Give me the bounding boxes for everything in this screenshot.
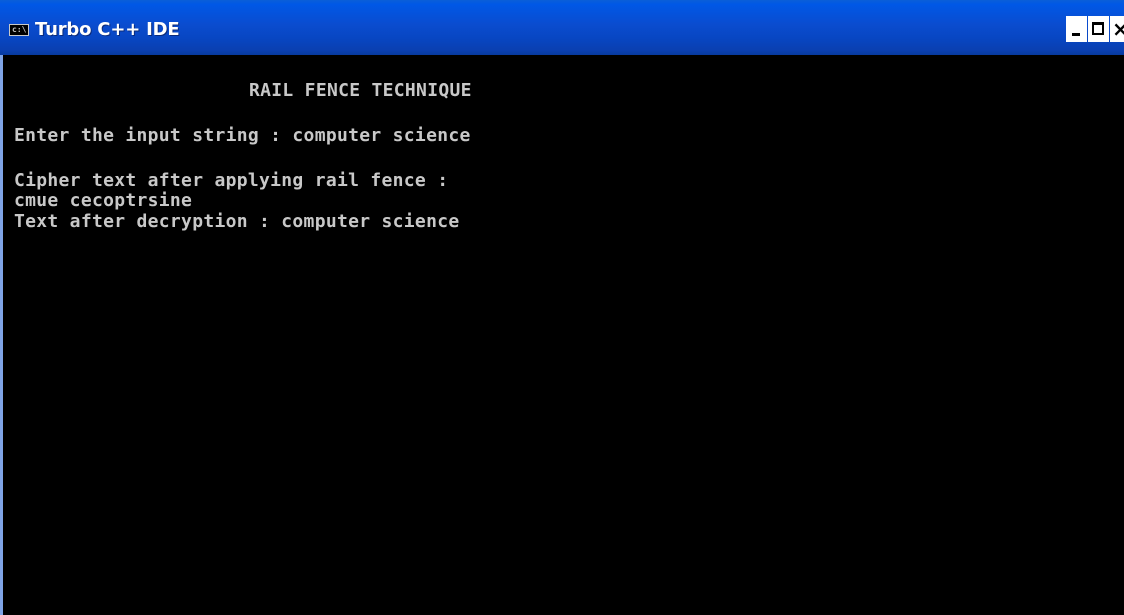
minimize-icon: [1067, 17, 1086, 41]
program-heading: RAIL FENCE TECHNIQUE: [249, 80, 472, 101]
console-icon[interactable]: c:\: [9, 24, 29, 36]
console-window: c:\ Turbo C++ IDE × RAIL FENCE TECHNIQUE…: [0, 0, 1124, 615]
cipher-text-value: cmue cecoptrsine: [14, 190, 193, 211]
close-icon: ×: [1112, 17, 1124, 41]
maximize-button[interactable]: [1088, 16, 1109, 42]
console-output[interactable]: RAIL FENCE TECHNIQUE Enter the input str…: [0, 55, 1124, 615]
decryption-result-line: Text after decryption : computer science: [14, 211, 460, 232]
input-prompt-line: Enter the input string : computer scienc…: [14, 125, 471, 146]
console-icon-glyph: c:\: [12, 25, 27, 34]
minimize-button[interactable]: [1066, 16, 1087, 42]
window-title: Turbo C++ IDE: [35, 19, 180, 40]
cipher-text-label: Cipher text after applying rail fence :: [14, 170, 449, 191]
close-button[interactable]: ×: [1110, 16, 1124, 42]
maximize-icon: [1089, 17, 1108, 41]
title-bar[interactable]: c:\ Turbo C++ IDE ×: [0, 0, 1124, 55]
